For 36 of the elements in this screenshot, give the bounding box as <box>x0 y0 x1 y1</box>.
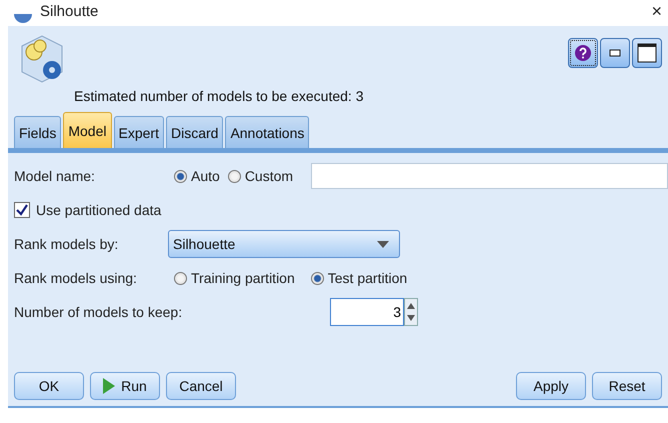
radio-option[interactable]: Auto <box>174 168 220 184</box>
rank-dropdown[interactable]: Silhouette <box>168 230 400 258</box>
spinner-arrows[interactable] <box>404 298 418 326</box>
dialog-button[interactable]: Apply <box>516 372 586 400</box>
tab[interactable]: Fields <box>14 116 62 148</box>
checkbox-label: Use partitioned data <box>36 202 162 218</box>
field-label: Number of models to keep: <box>14 304 184 320</box>
field-label: Rank models using: <box>14 270 138 286</box>
app-icon <box>14 14 32 26</box>
caret-icon <box>377 240 389 248</box>
help-button[interactable] <box>568 38 598 68</box>
model-name-field[interactable] <box>311 163 668 189</box>
field-label: Model name: <box>14 168 96 184</box>
tab[interactable]: Annotations <box>225 116 310 148</box>
minimize-icon <box>609 49 621 57</box>
checkbox[interactable] <box>14 202 30 218</box>
minimize-button[interactable] <box>600 38 630 68</box>
number-field[interactable]: 3 <box>330 298 404 326</box>
radio-option[interactable]: Test partition <box>310 270 408 286</box>
close-button[interactable]: × <box>651 1 662 22</box>
radio-option[interactable]: Training partition <box>174 270 295 286</box>
tab[interactable]: Discard <box>166 116 224 148</box>
maximize-button[interactable] <box>632 38 662 68</box>
dialog-button[interactable]: Reset <box>592 372 662 400</box>
dialog-button[interactable]: OK <box>14 372 84 400</box>
radio-option[interactable]: Custom <box>228 168 294 184</box>
tab[interactable]: Model <box>63 112 112 148</box>
play-icon <box>103 378 116 394</box>
maximize-icon <box>637 43 657 63</box>
help-icon <box>574 44 592 62</box>
run-button[interactable]: Run <box>90 372 160 400</box>
dialog-button[interactable]: Cancel <box>166 372 236 400</box>
header-text: Estimated number of models to be executed: 3 <box>74 88 364 104</box>
tab[interactable]: Expert <box>114 116 164 148</box>
field-label: Rank models by: <box>14 236 120 252</box>
window-title: Silhoutte <box>40 3 100 20</box>
